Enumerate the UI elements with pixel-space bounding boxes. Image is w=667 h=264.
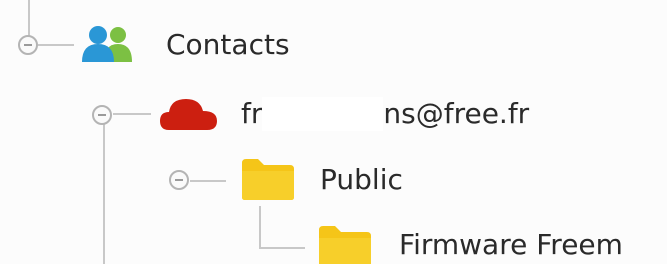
redacted-block bbox=[262, 97, 384, 131]
tree-line-public-vertical bbox=[259, 206, 261, 248]
contacts-icon bbox=[82, 26, 132, 62]
collapse-toggle-public[interactable] bbox=[169, 170, 189, 190]
tree-item-label-account[interactable]: fr ns@free.fr bbox=[241, 97, 529, 131]
collapse-toggle-contacts[interactable] bbox=[18, 35, 38, 55]
collapse-toggle-account[interactable] bbox=[92, 105, 112, 125]
tree-line-account-vertical bbox=[103, 124, 105, 264]
tree-item-label-public[interactable]: Public bbox=[320, 163, 403, 197]
folder-icon bbox=[319, 226, 371, 264]
tree-item-label-contacts[interactable]: Contacts bbox=[166, 28, 290, 62]
tree-line-public-branch bbox=[190, 180, 226, 182]
tree-line-firmware-branch bbox=[259, 247, 305, 249]
tree-item-label-firmware[interactable]: Firmware Freem bbox=[399, 228, 623, 262]
folder-icon bbox=[242, 159, 294, 200]
tree-view: Contacts fr ns@free.fr Public Firmware Fr… bbox=[0, 0, 667, 264]
tree-line-root-branch bbox=[38, 44, 74, 46]
account-label-suffix: ns@free.fr bbox=[383, 97, 530, 130]
cloud-icon bbox=[160, 99, 217, 130]
account-label-prefix: fr bbox=[241, 97, 263, 130]
tree-line-root-top bbox=[28, 0, 30, 36]
tree-line-account-branch bbox=[113, 113, 151, 115]
